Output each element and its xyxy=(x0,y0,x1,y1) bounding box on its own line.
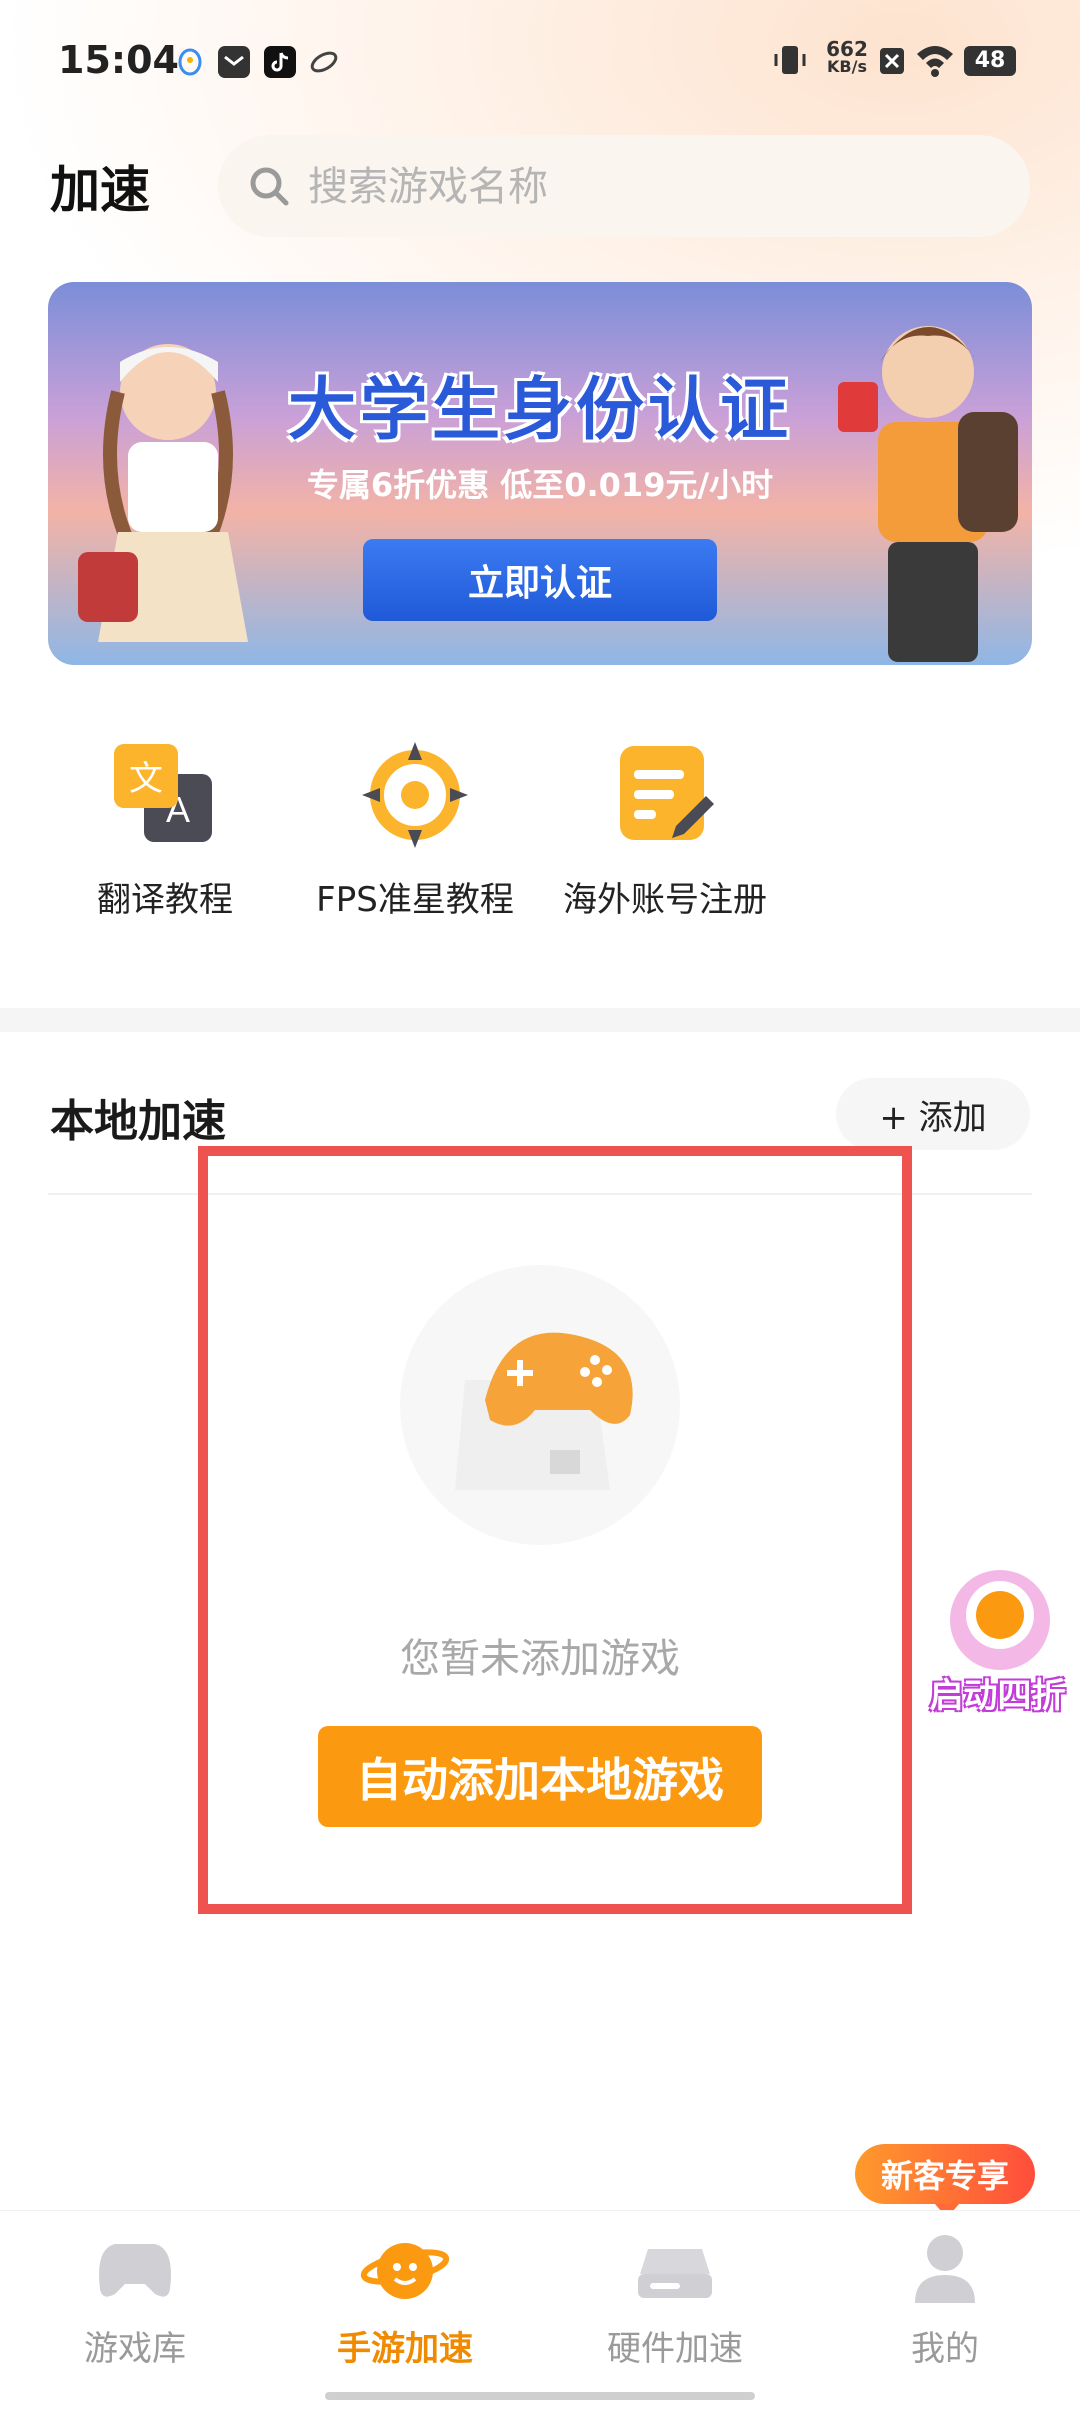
vibrate-icon xyxy=(770,40,810,84)
banner-subtitle: 专属6折优惠 低至0.019元/小时 xyxy=(306,466,774,504)
rocket-mascot-icon xyxy=(950,1570,1050,1670)
tab-hardware-acceleration[interactable]: 硬件加速 xyxy=(575,2229,775,2370)
tab-label: 硬件加速 xyxy=(607,2329,743,2369)
network-speed: 662 KB/s xyxy=(822,37,872,76)
banner-title: 大学生身份认证 xyxy=(287,371,792,450)
tool-label: 翻译教程 xyxy=(97,880,233,920)
status-bar: 15:04 662 KB/s 48 xyxy=(0,0,1080,130)
tool-fps-crosshair-tutorial[interactable]: FPS准星教程 xyxy=(290,740,540,921)
section-divider xyxy=(0,1008,1080,1032)
tool-label: FPS准星教程 xyxy=(316,880,514,920)
note-edit-icon xyxy=(610,740,720,850)
user-icon xyxy=(915,2235,975,2303)
status-time: 15:04 xyxy=(58,38,179,82)
tab-label: 我的 xyxy=(911,2329,979,2369)
floating-promo[interactable]: 启动四折 xyxy=(915,1560,1080,1730)
tab-mobile-acceleration[interactable]: 手游加速 xyxy=(305,2229,505,2370)
local-section-title: 本地加速 xyxy=(50,1096,226,1147)
highlight-frame xyxy=(198,1146,912,1914)
speed-value: 662 xyxy=(826,37,868,61)
tiktok-icon xyxy=(264,46,296,78)
speed-unit: KB/s xyxy=(827,57,867,76)
wifi-icon xyxy=(914,42,956,82)
search-input[interactable] xyxy=(306,135,1010,239)
search-bar[interactable] xyxy=(218,135,1030,239)
tool-overseas-account-register[interactable]: 海外账号注册 xyxy=(540,740,790,921)
tab-label: 游戏库 xyxy=(84,2329,186,2369)
qq-icon xyxy=(174,46,206,78)
tool-translate-tutorial[interactable]: A 文 翻译教程 xyxy=(40,740,290,921)
translate-icon: A 文 xyxy=(110,740,220,850)
tool-label: 海外账号注册 xyxy=(563,880,767,920)
mail-app-icon xyxy=(218,46,250,78)
tab-profile[interactable]: 我的 xyxy=(845,2229,1045,2370)
svg-text:文: 文 xyxy=(129,759,163,799)
bottom-tab-bar: 游戏库 手游加速 硬件加速 我的 xyxy=(0,2210,1080,2409)
page-title: 加速 xyxy=(50,161,150,219)
home-indicator[interactable] xyxy=(325,2392,755,2400)
planet-app-icon xyxy=(308,46,340,78)
gamepad-icon xyxy=(99,2244,171,2297)
tab-label: 手游加速 xyxy=(337,2329,473,2369)
promo-float-text: 启动四折 xyxy=(929,1676,1066,1716)
battery-indicator: 48 xyxy=(964,46,1016,76)
promo-banner[interactable]: 大学生身份认证 专属6折优惠 低至0.019元/小时 立即认证 xyxy=(48,282,1032,665)
crosshair-icon xyxy=(360,740,470,850)
planet-icon xyxy=(360,2243,450,2299)
newcomer-badge[interactable]: 新客专享 xyxy=(855,2144,1035,2218)
add-game-button[interactable]: + 添加 xyxy=(836,1078,1030,1150)
search-icon xyxy=(248,165,290,211)
battery-level: 48 xyxy=(974,48,1006,73)
verify-now-button[interactable]: 立即认证 xyxy=(363,539,717,621)
no-sim-icon xyxy=(878,46,906,80)
router-icon xyxy=(638,2249,712,2298)
tab-game-library[interactable]: 游戏库 xyxy=(35,2229,235,2370)
